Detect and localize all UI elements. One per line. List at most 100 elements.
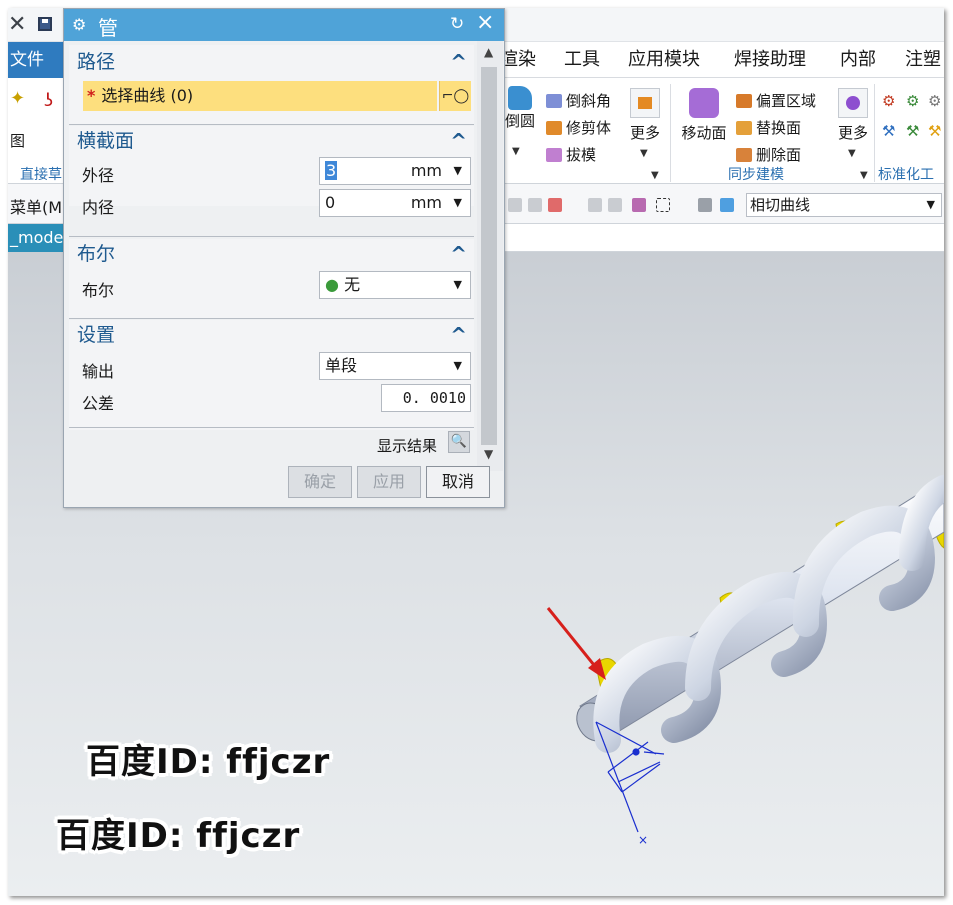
snap-icon[interactable] bbox=[608, 198, 622, 212]
body-select-icon[interactable] bbox=[698, 198, 712, 212]
required-star-icon: * bbox=[87, 86, 96, 105]
scroll-up-icon[interactable]: ▲ bbox=[484, 45, 493, 59]
menu-application[interactable]: 应用模块 bbox=[628, 42, 700, 78]
round-dropdown-arrow-icon[interactable]: ▼ bbox=[512, 146, 520, 157]
feature-group-arrow-icon[interactable]: ▼ bbox=[651, 170, 659, 181]
std-tool-6-icon[interactable]: ⚒ bbox=[928, 122, 941, 140]
curve-rule-select[interactable]: 相切曲线 ▼ bbox=[746, 193, 942, 217]
close-icon[interactable]: × bbox=[476, 10, 494, 35]
show-result-magnifier-icon[interactable]: 🔍 bbox=[448, 431, 470, 453]
collapse-icon[interactable]: ^ bbox=[450, 239, 467, 269]
chevron-down-icon[interactable]: ▼ bbox=[454, 158, 462, 184]
menu-mold[interactable]: 注塑 bbox=[905, 42, 941, 78]
round-button[interactable]: 倒圆 bbox=[502, 86, 538, 131]
collapse-icon[interactable]: ^ bbox=[450, 320, 467, 350]
delete-face-button[interactable]: 删除面 bbox=[736, 144, 801, 165]
cross-section-section: 横截面 ^ 外径 3 mm ▼ 内径 0 mm ▼ bbox=[69, 126, 474, 237]
collapse-icon[interactable]: ^ bbox=[450, 47, 467, 77]
cross-section-title: 横截面 bbox=[77, 130, 135, 152]
inner-diameter-unit: mm bbox=[410, 193, 442, 212]
path-section: 路径 ^ * 选择曲线 (0) ⌐◯ bbox=[69, 45, 474, 125]
output-label: 输出 bbox=[82, 362, 115, 381]
path-section-header[interactable]: 路径 ^ bbox=[69, 47, 474, 77]
more-feature-button[interactable]: 更多 bbox=[625, 88, 665, 143]
boolean-header[interactable]: 布尔 ^ bbox=[69, 239, 474, 269]
watermark-text: 百度ID: ffjczr bbox=[86, 742, 331, 782]
curve-rule-icon[interactable]: ⌐◯ bbox=[439, 81, 471, 111]
reset-icon[interactable]: ↻ bbox=[450, 14, 464, 34]
menu-internal[interactable]: 内部 bbox=[840, 42, 876, 78]
menu-weld-assistant[interactable]: 焊接助理 bbox=[734, 42, 806, 78]
tolerance-field[interactable]: 0. 0010 bbox=[381, 384, 471, 412]
std-tool-5-icon[interactable]: ⚒ bbox=[906, 122, 919, 140]
file-menu[interactable]: 文件(F) bbox=[8, 42, 66, 106]
trim-body-icon bbox=[546, 121, 562, 135]
menu-render[interactable]: 渲染 bbox=[500, 42, 536, 78]
save-icon[interactable] bbox=[38, 17, 52, 31]
snap-icon[interactable] bbox=[528, 198, 542, 212]
scroll-thumb[interactable] bbox=[481, 67, 497, 445]
gear-icon[interactable]: ⚙ bbox=[72, 15, 86, 34]
solid-body-icon[interactable] bbox=[720, 198, 734, 212]
collapse-icon[interactable]: ^ bbox=[450, 126, 467, 156]
dialog-title-bar[interactable]: ⚙ 管 ↻ × bbox=[64, 9, 504, 41]
trim-body-button[interactable]: 修剪体 bbox=[546, 117, 611, 138]
std-tool-1-icon[interactable]: ⚙ bbox=[882, 92, 895, 110]
more-feature-arrow-icon[interactable]: ▼ bbox=[640, 148, 648, 159]
draft-icon bbox=[546, 148, 562, 162]
boolean-none-icon: ● bbox=[325, 275, 339, 294]
select-face-icon[interactable] bbox=[632, 198, 646, 212]
ok-button[interactable]: 确定 bbox=[288, 466, 352, 498]
chamfer-button[interactable]: 倒斜角 bbox=[546, 90, 611, 111]
ribbon-separator bbox=[670, 84, 671, 182]
draft-button[interactable]: 拔模 bbox=[546, 144, 596, 165]
std-tool-3-icon[interactable]: ⚙ bbox=[928, 92, 941, 110]
dialog-scrollbar[interactable]: ▲ ▼ bbox=[477, 41, 503, 471]
cancel-button[interactable]: 取消 bbox=[426, 466, 490, 498]
more-sync-icon bbox=[838, 88, 868, 118]
main-menu-button[interactable]: 菜单(M bbox=[10, 194, 62, 218]
sketch-curve-icon[interactable]: ʖ bbox=[44, 90, 53, 111]
offset-region-button[interactable]: 偏置区域 bbox=[736, 90, 816, 111]
section-divider bbox=[69, 236, 474, 237]
boolean-select[interactable]: ● 无 ▼ bbox=[319, 271, 471, 299]
select-curve-label: 选择曲线 (0) bbox=[101, 86, 194, 105]
move-face-button[interactable]: 移动面 bbox=[678, 88, 730, 143]
svg-text:×: × bbox=[638, 833, 648, 847]
cross-section-header[interactable]: 横截面 ^ bbox=[69, 126, 474, 156]
tab-model[interactable]: _mode bbox=[8, 224, 64, 252]
selection-filter-icon[interactable] bbox=[548, 198, 562, 212]
chamfer-icon bbox=[546, 94, 562, 108]
outer-diameter-field[interactable]: 3 mm ▼ bbox=[319, 157, 471, 185]
section-divider bbox=[69, 427, 474, 428]
round-label: 倒圆 bbox=[504, 112, 535, 130]
output-select[interactable]: 单段 ▼ bbox=[319, 352, 471, 380]
outer-diameter-label: 外径 bbox=[82, 166, 115, 185]
sketch-wand-icon[interactable]: ✦ bbox=[10, 88, 25, 109]
settings-header[interactable]: 设置 ^ bbox=[69, 320, 474, 350]
std-tool-4-icon[interactable]: ⚒ bbox=[882, 122, 895, 140]
select-curve-field[interactable]: * 选择曲线 (0) bbox=[83, 81, 437, 111]
move-face-icon bbox=[689, 88, 719, 118]
snap-icon[interactable] bbox=[588, 198, 602, 212]
delete-face-icon bbox=[736, 148, 752, 162]
snap-icon[interactable] bbox=[508, 198, 522, 212]
chevron-down-icon[interactable]: ▼ bbox=[454, 190, 462, 216]
inner-diameter-field[interactable]: 0 mm ▼ bbox=[319, 189, 471, 217]
menu-tools[interactable]: 工具 bbox=[564, 42, 600, 78]
sync-group-arrow-icon[interactable]: ▼ bbox=[860, 170, 868, 181]
outer-diameter-unit: mm bbox=[410, 161, 442, 180]
ribbon-label-graph: 图 bbox=[10, 132, 26, 150]
rectangle-select-icon[interactable] bbox=[656, 198, 670, 212]
scroll-down-icon[interactable]: ▼ bbox=[484, 447, 493, 461]
boolean-section: 布尔 ^ 布尔 ● 无 ▼ bbox=[69, 239, 474, 319]
replace-face-button[interactable]: 替换面 bbox=[736, 117, 801, 138]
app-window: ✕ 文件(F) 渲染 工具 应用模块 焊接助理 内部 注塑 ✦ 图 ʖ 直接草 … bbox=[8, 8, 944, 896]
more-sync-arrow-icon[interactable]: ▼ bbox=[848, 148, 856, 159]
std-tool-2-icon[interactable]: ⚙ bbox=[906, 92, 919, 110]
section-divider bbox=[69, 124, 474, 125]
more-sync-button[interactable]: 更多 bbox=[833, 88, 873, 143]
apply-button[interactable]: 应用 bbox=[357, 466, 421, 498]
section-divider bbox=[69, 318, 474, 319]
show-result-label: 显示结果 bbox=[377, 437, 438, 455]
